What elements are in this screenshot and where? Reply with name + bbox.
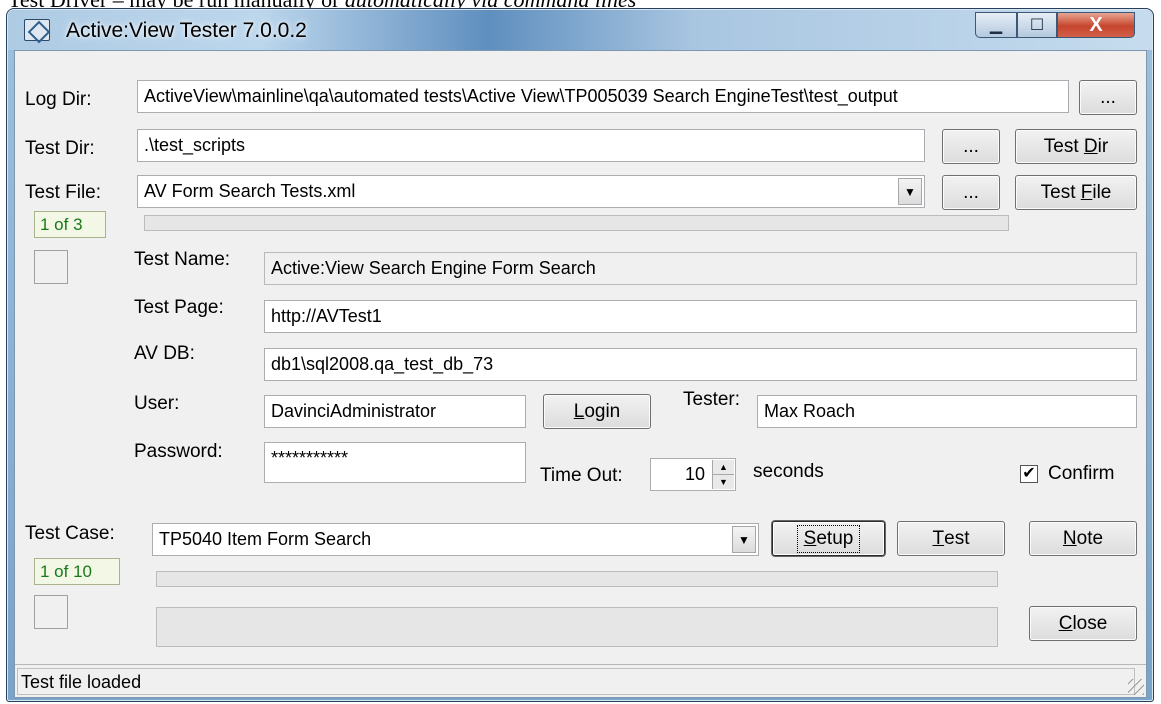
confirm-checkbox[interactable]: ✔	[1020, 465, 1038, 483]
spin-up-icon[interactable]: ▲	[713, 460, 734, 474]
minimize-icon: ▁	[989, 17, 1003, 34]
log-dir-browse-button[interactable]: ...	[1079, 80, 1137, 115]
test-button-rest: est	[944, 527, 970, 549]
status-bar: Test file loaded	[15, 664, 1146, 697]
test-case-status-box	[34, 595, 68, 629]
test-case-value: TP5040 Item Form Search	[159, 529, 372, 549]
test-file-button[interactable]: Test File	[1015, 175, 1137, 210]
test-dir-input[interactable]: .\test_scripts	[137, 129, 925, 162]
av-db-input[interactable]: db1\sql2008.qa_test_db_73	[264, 348, 1137, 381]
test-case-label: Test Case:	[25, 523, 115, 544]
maximize-button[interactable]: ☐	[1017, 12, 1057, 38]
setup-button-focus: Setup	[796, 524, 861, 553]
confirm-label: Confirm	[1048, 463, 1115, 484]
client-area: Log Dir: ActiveView\mainline\qa\automate…	[14, 50, 1147, 698]
timeout-value: 10	[684, 464, 705, 484]
user-label: User:	[134, 393, 180, 414]
spin-down-icon[interactable]: ▼	[713, 474, 734, 488]
test-button-key: T	[932, 527, 945, 549]
note-button[interactable]: Note	[1029, 521, 1137, 556]
setup-button-key: S	[803, 527, 817, 549]
timeout-spinner[interactable]: 10 ▲ ▼	[650, 458, 736, 491]
password-label: Password:	[134, 441, 223, 462]
note-button-rest: ote	[1076, 527, 1104, 549]
user-input[interactable]: DavinciAdministrator	[264, 395, 526, 428]
test-name-field: Active:View Search Engine Form Search	[264, 252, 1137, 285]
close-button-key: C	[1058, 612, 1073, 634]
setup-button-rest: etup	[816, 527, 854, 549]
minimize-button[interactable]: ▁	[975, 12, 1017, 38]
dropdown-arrow-icon[interactable]: ▼	[732, 526, 756, 553]
test-dir-browse-button[interactable]: ...	[942, 129, 1000, 164]
setup-button[interactable]: Setup	[772, 521, 885, 556]
test-dir-button[interactable]: Test Dir	[1015, 129, 1137, 164]
tester-window: Active:View Tester 7.0.0.2 ▁ ☐ X Log Dir…	[6, 8, 1154, 702]
login-button-key: L	[573, 400, 585, 422]
window-title: Active:View Tester 7.0.0.2	[66, 19, 307, 42]
test-file-button-key: F	[1080, 181, 1093, 203]
login-button-rest: ogin	[584, 400, 621, 422]
maximize-icon: ☐	[1029, 17, 1045, 34]
tester-input[interactable]: Max Roach	[757, 395, 1137, 428]
test-file-label: Test File:	[25, 182, 102, 203]
close-window-button[interactable]: X	[1057, 12, 1135, 38]
test-dir-button-rest: ir	[1097, 135, 1109, 157]
test-name-label: Test Name:	[134, 249, 231, 270]
test-file-button-text: Test	[1040, 181, 1081, 203]
test-case-progress	[156, 571, 998, 587]
resize-grip-icon[interactable]	[1128, 679, 1144, 695]
test-dir-button-key: D	[1083, 135, 1098, 157]
timeout-label: Time Out:	[540, 465, 623, 486]
test-file-browse-button[interactable]: ...	[942, 175, 1000, 210]
test-file-status-box	[34, 250, 68, 284]
test-file-value: AV Form Search Tests.xml	[144, 181, 356, 201]
log-dir-input[interactable]: ActiveView\mainline\qa\automated tests\A…	[137, 80, 1069, 113]
note-button-key: N	[1062, 527, 1077, 549]
test-dir-button-text: Test	[1043, 135, 1084, 157]
test-file-combo[interactable]: AV Form Search Tests.xml ▼	[137, 175, 925, 208]
tester-label: Tester:	[683, 389, 741, 410]
log-dir-label: Log Dir:	[25, 89, 92, 110]
close-icon: X	[1089, 13, 1103, 36]
title-bar[interactable]: Active:View Tester 7.0.0.2 ▁ ☐ X	[8, 10, 1152, 50]
test-file-button-rest: ile	[1092, 181, 1112, 203]
test-output-box	[156, 607, 998, 647]
test-dir-label: Test Dir:	[25, 138, 95, 159]
test-file-counter: 1 of 3	[34, 211, 106, 238]
login-button[interactable]: Login	[543, 394, 651, 429]
close-button[interactable]: Close	[1029, 606, 1137, 641]
status-text: Test file loaded	[17, 668, 1135, 695]
password-input[interactable]: ***********	[264, 442, 526, 483]
test-page-label: Test Page:	[134, 297, 224, 318]
test-button[interactable]: Test	[897, 521, 1005, 556]
test-case-counter: 1 of 10	[34, 558, 120, 585]
test-case-combo[interactable]: TP5040 Item Form Search ▼	[152, 523, 759, 556]
test-file-progress	[144, 215, 1009, 231]
dropdown-arrow-icon[interactable]: ▼	[898, 178, 922, 205]
app-icon[interactable]	[24, 19, 50, 41]
spin-buttons[interactable]: ▲ ▼	[712, 460, 734, 489]
timeout-unit: seconds	[753, 461, 824, 482]
test-page-input[interactable]: http://AVTest1	[264, 300, 1137, 333]
av-db-label: AV DB:	[134, 343, 195, 364]
close-button-rest: lose	[1072, 612, 1108, 634]
